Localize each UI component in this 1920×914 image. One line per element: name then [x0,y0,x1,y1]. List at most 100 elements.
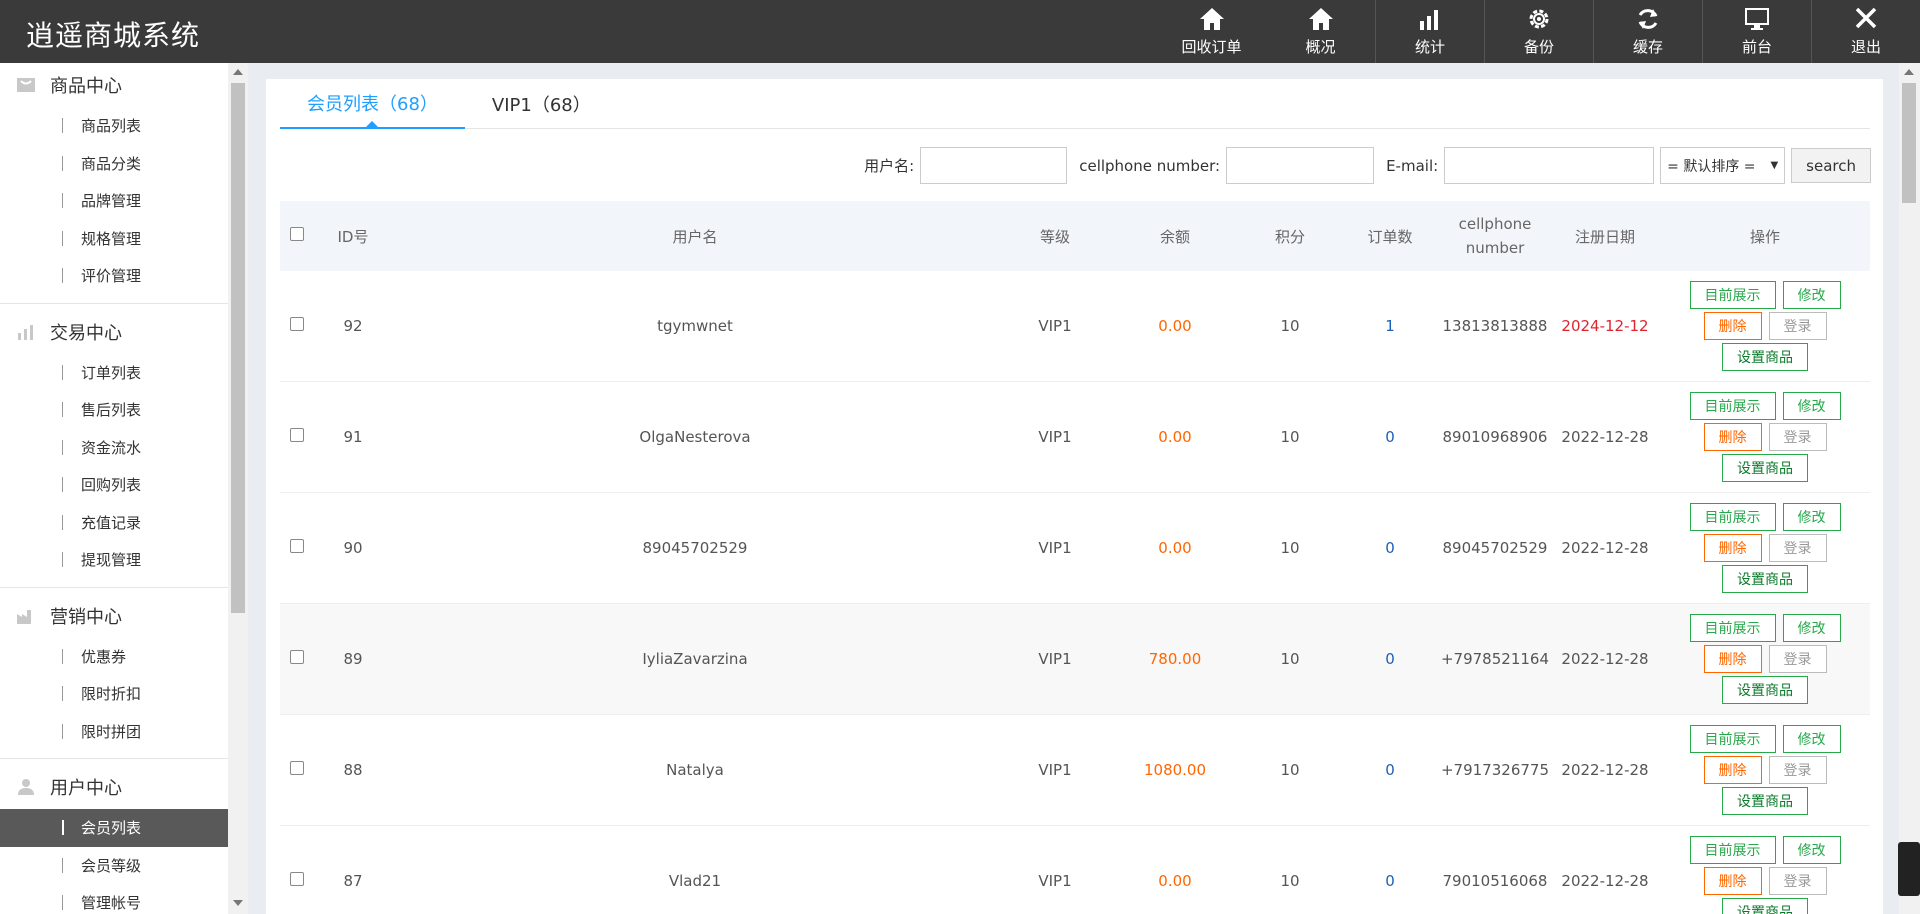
topnav-backup[interactable]: 备份 [1484,0,1593,63]
cell-balance: 0.00 [1158,428,1192,446]
email-input[interactable] [1444,147,1655,184]
topnav-recycle-orders[interactable]: 回收订单 [1157,0,1266,63]
sidebar-item-discount[interactable]: 限时折扣 [0,675,228,713]
cell-orders[interactable]: 0 [1340,539,1440,557]
sidebar-item-label: 订单列表 [81,363,142,382]
search-button[interactable]: search [1791,148,1871,183]
row-checkbox[interactable] [290,428,304,442]
edit-button[interactable]: 修改 [1782,392,1841,420]
username-input[interactable] [920,147,1068,184]
cell-balance: 0.00 [1158,872,1192,890]
topnav-cache[interactable]: 缓存 [1593,0,1702,63]
cell-balance: 1080.00 [1143,761,1207,779]
edit-button[interactable]: 修改 [1782,503,1841,531]
page-scrollbar[interactable] [1899,63,1920,914]
login-button[interactable]: 登录 [1768,756,1827,784]
login-button[interactable]: 登录 [1768,423,1827,451]
set-goods-button[interactable]: 设置商品 [1722,565,1808,593]
scroll-up-icon[interactable] [1904,69,1914,75]
floating-widget[interactable] [1898,842,1920,896]
row-checkbox[interactable] [290,317,304,331]
sidebar-scrollbar[interactable] [228,63,248,914]
delete-button[interactable]: 删除 [1703,312,1762,340]
row-checkbox[interactable] [290,761,304,775]
row-check-cell [280,650,316,668]
row-checkbox[interactable] [290,539,304,553]
action-row: 设置商品 [1722,343,1808,371]
show-button[interactable]: 目前展示 [1689,836,1776,864]
sidebar-item-brand[interactable]: 品牌管理 [0,182,228,220]
login-button[interactable]: 登录 [1768,645,1827,673]
table-header: ID号 用户名 等级 余额 积分 订单数 cellphone number 注册日… [280,201,1870,271]
sidebar-item-goods-category[interactable]: 商品分类 [0,145,228,183]
login-button[interactable]: 登录 [1768,867,1827,895]
login-button[interactable]: 登录 [1768,534,1827,562]
sidebar-item-spec[interactable]: 规格管理 [0,220,228,258]
scroll-up-icon[interactable] [233,69,243,75]
sidebar-item-label: 提现管理 [81,551,142,570]
show-button[interactable]: 目前展示 [1689,503,1776,531]
cell-orders[interactable]: 0 [1340,761,1440,779]
cell-phone: 89045702529 [1442,539,1548,557]
sidebar-item-aftersale[interactable]: 售后列表 [0,391,228,429]
sidebar-item-withdraw[interactable]: 提现管理 [0,541,228,579]
sort-select[interactable]: = 默认排序 = ▼ [1660,147,1786,184]
set-goods-button[interactable]: 设置商品 [1722,787,1808,815]
edit-button[interactable]: 修改 [1782,725,1841,753]
edit-button[interactable]: 修改 [1782,281,1841,309]
sidebar-item-recharge[interactable]: 充值记录 [0,504,228,542]
sidebar-item-coupon[interactable]: 优惠券 [0,638,228,676]
cell-orders[interactable]: 0 [1340,650,1440,668]
delete-button[interactable]: 删除 [1703,423,1762,451]
edit-button[interactable]: 修改 [1782,836,1841,864]
sidebar-item-member-list[interactable]: 会员列表 [0,809,228,847]
sidebar-item-cashflow[interactable]: 资金流水 [0,429,228,467]
action-row: 删除 登录 [1703,312,1827,340]
sidebar-item-groupbuy[interactable]: 限时拼团 [0,713,228,751]
close-icon [1855,7,1877,29]
delete-button[interactable]: 删除 [1703,534,1762,562]
cell-orders[interactable]: 0 [1340,428,1440,446]
sidebar-item-member-level[interactable]: 会员等级 [0,847,228,885]
sidebar-item-order-list[interactable]: 订单列表 [0,354,228,392]
sidebar-group-head[interactable]: 商品中心 [0,63,228,107]
sidebar-group-head[interactable]: 用户中心 [0,765,228,809]
cell-orders[interactable]: 0 [1340,872,1440,890]
set-goods-button[interactable]: 设置商品 [1722,343,1808,371]
sidebar-item-buyback[interactable]: 回购列表 [0,466,228,504]
tab-vip1[interactable]: VIP1（68） [465,79,618,129]
delete-button[interactable]: 删除 [1703,645,1762,673]
topnav-stats[interactable]: 统计 [1375,0,1484,63]
scrollbar-thumb[interactable] [231,83,245,613]
show-button[interactable]: 目前展示 [1689,725,1776,753]
delete-button[interactable]: 删除 [1703,867,1762,895]
show-button[interactable]: 目前展示 [1689,614,1776,642]
cell-orders[interactable]: 1 [1340,317,1440,335]
sidebar-item-review[interactable]: 评价管理 [0,257,228,295]
phone-input[interactable] [1226,147,1375,184]
select-all-checkbox[interactable] [290,227,304,241]
sidebar-group-head[interactable]: 交易中心 [0,310,228,354]
set-goods-button[interactable]: 设置商品 [1722,898,1808,914]
show-button[interactable]: 目前展示 [1689,392,1776,420]
action-row: 目前展示 修改 [1689,836,1841,864]
cell-level: VIP1 [1038,428,1072,446]
topnav-frontend[interactable]: 前台 [1702,0,1811,63]
tab-member-list[interactable]: 会员列表（68） [280,79,465,129]
login-button[interactable]: 登录 [1768,312,1827,340]
row-checkbox[interactable] [290,650,304,664]
scroll-down-icon[interactable] [233,900,243,906]
sidebar-item-goods-list[interactable]: 商品列表 [0,107,228,145]
edit-button[interactable]: 修改 [1782,614,1841,642]
show-button[interactable]: 目前展示 [1689,281,1776,309]
sidebar-item-admin-account[interactable]: 管理帐号 [0,884,228,914]
topnav-overview[interactable]: 概况 [1266,0,1375,63]
row-checkbox[interactable] [290,872,304,886]
scrollbar-thumb[interactable] [1902,83,1916,203]
set-goods-button[interactable]: 设置商品 [1722,676,1808,704]
set-goods-button[interactable]: 设置商品 [1722,454,1808,482]
sidebar-group-head[interactable]: 营销中心 [0,594,228,638]
topnav-logout[interactable]: 退出 [1811,0,1920,63]
delete-button[interactable]: 删除 [1703,756,1762,784]
top-header: 逍遥商城系统 回收订单 概况 统计 备份 缓存 前台 退出 [0,0,1920,63]
